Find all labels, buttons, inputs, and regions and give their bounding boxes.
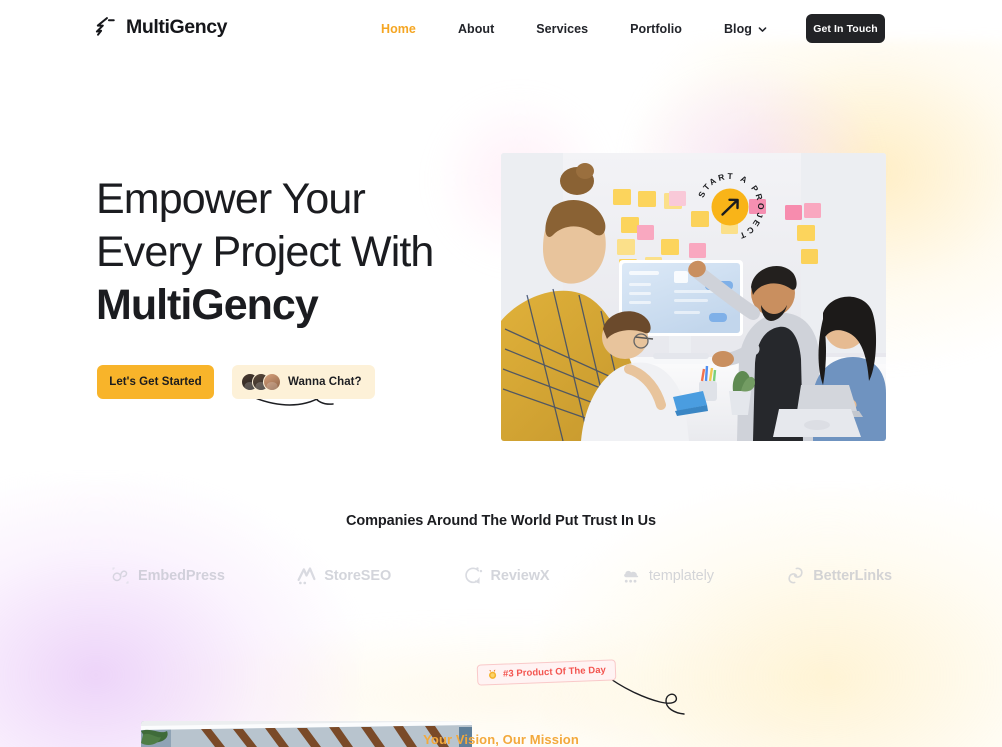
betterlinks-icon (788, 567, 803, 584)
hero-title: Empower Your Every Project With MultiGen… (96, 173, 526, 332)
hero-section: Empower Your Every Project With MultiGen… (0, 58, 1002, 478)
get-in-touch-button[interactable]: Get In Touch (806, 14, 885, 43)
templately-icon (623, 570, 639, 583)
chevron-down-icon (758, 26, 767, 32)
product-of-the-day-badge: #3 Product Of The Day (476, 659, 617, 686)
logo-embedpress: EmbedPress (110, 565, 225, 586)
nav-item-portfolio[interactable]: Portfolio (609, 14, 703, 44)
nav-item-blog[interactable]: Blog (703, 14, 788, 44)
lightning-bolt-icon (95, 17, 115, 36)
page-root: MultiGency Home About Services Portfolio… (0, 0, 1002, 747)
reviewx-icon (464, 567, 482, 584)
avatar-group (241, 373, 281, 391)
product-of-the-day-label: #3 Product Of The Day (502, 664, 607, 680)
logo-reviewx-label: ReviewX (490, 567, 550, 584)
hero-title-line-3: MultiGency (96, 281, 319, 329)
start-a-project-badge[interactable]: START A PROJECT (694, 171, 766, 243)
brand-name: MultiGency (126, 16, 228, 38)
main-navigation: Home About Services Portfolio Blog Conta… (360, 14, 877, 44)
partner-logos: EmbedPress StoreSEO ReviewX templately B… (110, 565, 892, 586)
nav-item-portfolio-label: Portfolio (630, 22, 682, 36)
trust-heading: Companies Around The World Put Trust In … (346, 513, 656, 529)
mission-title: Your Vision, Our Mission (423, 732, 579, 747)
nav-item-home[interactable]: Home (360, 14, 437, 44)
get-in-touch-label: Get In Touch (813, 22, 878, 35)
wanna-chat-label: Wanna Chat? (288, 376, 362, 388)
site-header: MultiGency Home About Services Portfolio… (0, 0, 1002, 58)
brand-logo[interactable]: MultiGency (94, 16, 228, 39)
nav-item-services[interactable]: Services (515, 14, 609, 44)
lets-get-started-button[interactable]: Let's Get Started (97, 365, 214, 399)
logo-reviewx: ReviewX (463, 565, 550, 586)
nav-item-services-label: Services (536, 22, 589, 36)
logo-templately-label: templately (648, 567, 714, 584)
logo-betterlinks-label: BetterLinks (813, 567, 892, 584)
logo-embedpress-label: EmbedPress (138, 567, 225, 584)
logo-storeseo: StoreSEO (296, 565, 391, 586)
hero-title-line-1: Empower Your (96, 175, 366, 223)
storeseo-icon (297, 567, 316, 585)
hero-title-line-2: Every Project With (96, 228, 434, 276)
embedpress-icon (112, 567, 129, 584)
logo-storeseo-label: StoreSEO (324, 567, 392, 584)
logo-templately: templately (621, 565, 714, 586)
nav-item-home-label: Home (381, 22, 416, 36)
start-a-project-circle-icon: START A PROJECT (696, 171, 764, 242)
nav-item-blog-label: Blog (723, 22, 752, 36)
wanna-chat-button[interactable]: Wanna Chat? (232, 365, 375, 399)
lets-get-started-label: Let's Get Started (109, 376, 202, 388)
medal-icon (488, 669, 497, 679)
nav-item-about-label: About (457, 22, 495, 36)
avatar (263, 373, 281, 391)
logo-betterlinks: BetterLinks (785, 565, 892, 586)
nav-item-about[interactable]: About (437, 14, 515, 44)
hero-cta-row: Let's Get Started Wanna Chat? (97, 365, 375, 399)
